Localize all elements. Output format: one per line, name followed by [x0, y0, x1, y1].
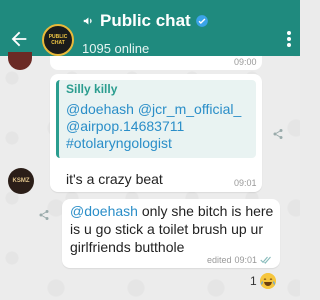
avatar-text: PUBLIC CHAT [48, 34, 68, 46]
message-meta: edited 09:01 [207, 255, 272, 265]
message-text: it's a crazy beat [66, 171, 163, 187]
sender-avatar[interactable]: KSMZ [8, 168, 34, 194]
double-check-icon [260, 256, 271, 264]
mention-link[interactable]: @doehash [70, 203, 138, 219]
laughing-emoji-icon [259, 273, 276, 289]
message-time: 09:01 [234, 178, 257, 188]
online-count: 1095 online [82, 41, 150, 56]
edited-label: edited [207, 255, 232, 265]
reply-sender-name: Silly killy [66, 82, 118, 96]
previous-message-bubble[interactable] [50, 56, 262, 70]
outgoing-message-text: @doehash only she bitch is here is u go … [70, 202, 276, 256]
reaction-badge[interactable]: 1 [250, 272, 276, 290]
sender-avatar-text: KSMZ [12, 178, 30, 184]
chat-title: Public chat [100, 11, 191, 30]
channel-avatar[interactable]: PUBLIC CHAT [42, 24, 74, 56]
verified-icon [195, 15, 208, 27]
megaphone-icon [83, 17, 92, 25]
back-arrow-icon[interactable] [8, 28, 30, 50]
reaction-count: 1 [250, 274, 257, 288]
share-icon[interactable] [272, 128, 284, 140]
title-row[interactable]: Public chat [82, 10, 209, 32]
message-time: 09:00 [234, 57, 257, 67]
reply-text: @doehash @jcr_m_official_ @airpop.146837… [66, 101, 242, 151]
share-icon[interactable] [38, 209, 50, 221]
message-time: 09:01 [234, 255, 258, 265]
menu-dots-icon[interactable] [284, 29, 294, 49]
chat-header: PUBLIC CHAT Public chat 1095 online [0, 0, 300, 56]
